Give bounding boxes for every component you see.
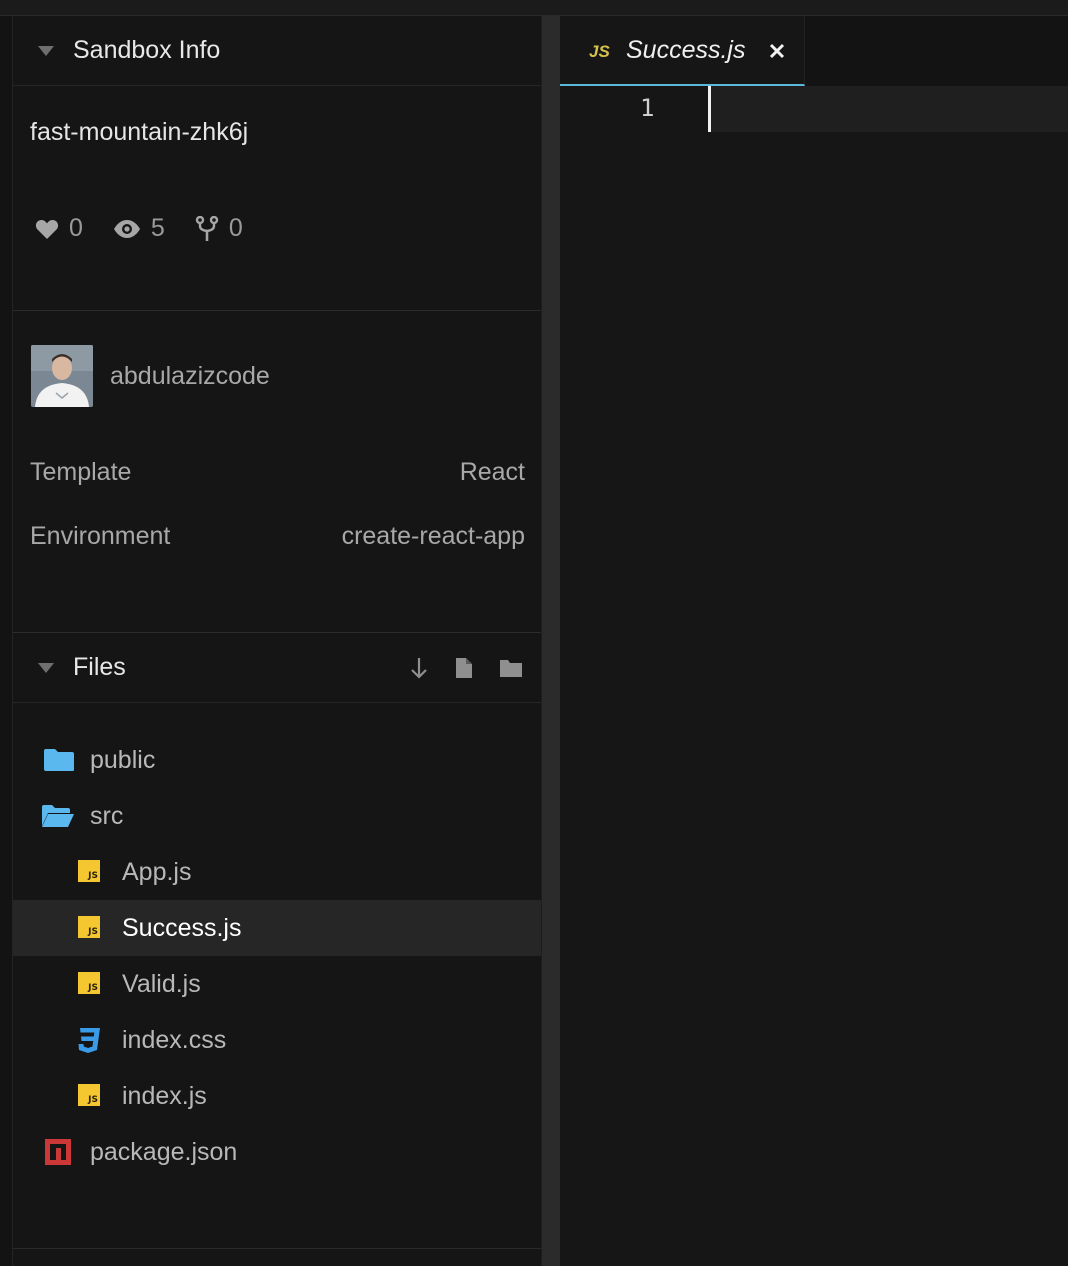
caret-down-icon[interactable] <box>38 45 54 56</box>
views-count: 5 <box>150 214 165 242</box>
text-cursor[interactable] <box>708 86 711 132</box>
fork-icon <box>195 215 219 241</box>
tree-item-package-json[interactable]: package.json <box>13 1124 541 1180</box>
template-value: React <box>459 458 525 486</box>
tree-item-public[interactable]: public <box>13 732 541 788</box>
folder-icon <box>44 749 74 771</box>
heart-icon <box>35 219 59 239</box>
sidebar: Sandbox Info fast-mountain-zhk6j 0 5 0 a… <box>13 16 541 1266</box>
tree-item-label: Valid.js <box>122 969 201 998</box>
divider <box>13 1248 541 1249</box>
tree-item-label: src <box>90 801 124 830</box>
panel-resize-handle[interactable] <box>541 16 560 1266</box>
files-title: Files <box>73 653 126 681</box>
tree-item-label: App.js <box>122 857 192 886</box>
tree-item-index-js[interactable]: JS index.js <box>13 1068 541 1124</box>
tree-item-label: index.css <box>122 1025 227 1054</box>
npm-icon <box>45 1139 71 1165</box>
environment-label: Environment <box>30 522 171 550</box>
likes-stat[interactable]: 0 <box>35 214 83 243</box>
tab-title: Success.js <box>626 36 746 64</box>
app-root: Sandbox Info fast-mountain-zhk6j 0 5 0 a… <box>0 0 1068 1266</box>
sandbox-name[interactable]: fast-mountain-zhk6j <box>30 118 248 147</box>
divider <box>13 310 541 311</box>
file-tree: public src JS App.js JS Success.js JS Va… <box>13 732 541 1180</box>
forks-stat[interactable]: 0 <box>195 214 243 243</box>
likes-count: 0 <box>69 214 83 242</box>
views-stat: 5 <box>113 214 165 243</box>
tree-item-index-css[interactable]: index.css <box>13 1012 541 1068</box>
current-line-highlight <box>710 86 1068 132</box>
eye-icon <box>113 219 140 238</box>
js-file-icon: JS <box>78 916 100 938</box>
tree-item-success-js[interactable]: JS Success.js <box>13 900 541 956</box>
tree-item-label: public <box>90 745 156 774</box>
tab-success-js[interactable]: JS Success.js <box>560 16 805 86</box>
avatar-image <box>31 345 93 407</box>
tree-item-src[interactable]: src <box>13 788 541 844</box>
new-file-icon[interactable] <box>455 657 473 679</box>
js-file-icon: JS <box>78 972 100 994</box>
author-username[interactable]: abdulazizcode <box>110 362 270 391</box>
tree-item-label: package.json <box>90 1137 238 1166</box>
avatar[interactable] <box>31 345 93 407</box>
template-label: Template <box>30 458 132 486</box>
js-file-icon: JS <box>78 1084 100 1106</box>
files-actions <box>409 656 523 680</box>
sandbox-info-header[interactable]: Sandbox Info <box>13 16 541 86</box>
sandbox-stats: 0 5 0 <box>35 214 273 243</box>
folder-open-icon <box>42 805 74 827</box>
new-folder-icon[interactable] <box>499 658 523 678</box>
close-icon[interactable] <box>767 41 787 61</box>
forks-count: 0 <box>228 214 243 242</box>
css-file-icon <box>78 1028 100 1053</box>
environment-value: create-react-app <box>341 522 525 550</box>
js-file-icon: JS <box>78 860 100 882</box>
editor-tabbar: JS Success.js <box>560 16 1068 86</box>
tree-item-label: index.js <box>122 1081 207 1110</box>
files-header[interactable]: Files <box>13 633 541 703</box>
download-icon[interactable] <box>409 656 429 680</box>
caret-down-icon[interactable] <box>38 662 54 673</box>
template-row: Template React <box>30 458 525 487</box>
top-strip <box>0 0 1068 16</box>
js-tab-icon: JS <box>589 42 610 61</box>
editor: JS Success.js 1 <box>560 16 1068 1266</box>
tree-item-app-js[interactable]: JS App.js <box>13 844 541 900</box>
left-activity-gutter <box>0 16 13 1266</box>
line-number: 1 <box>640 94 655 122</box>
tree-item-valid-js[interactable]: JS Valid.js <box>13 956 541 1012</box>
environment-row: Environment create-react-app <box>30 522 525 551</box>
sandbox-info-title: Sandbox Info <box>73 36 221 64</box>
tree-item-label: Success.js <box>122 913 242 942</box>
